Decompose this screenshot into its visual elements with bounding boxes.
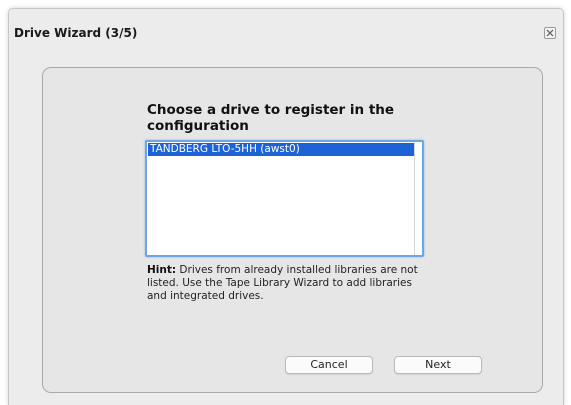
close-icon: [546, 29, 554, 37]
hint-text: Hint: Drives from already installed libr…: [147, 264, 427, 303]
drive-listbox[interactable]: TANDBERG LTO-5HH (awst0): [145, 140, 424, 257]
page-heading: Choose a drive to register in the config…: [147, 102, 395, 134]
cancel-button[interactable]: Cancel: [285, 356, 373, 374]
wizard-content-panel: Choose a drive to register in the config…: [42, 67, 543, 393]
close-button[interactable]: [544, 27, 556, 39]
hint-body: Drives from already installed libraries …: [147, 264, 418, 302]
hint-label: Hint:: [147, 264, 177, 276]
drive-list-item-selected[interactable]: TANDBERG LTO-5HH (awst0): [148, 143, 414, 156]
drive-wizard-dialog: Drive Wizard (3/5) Choose a drive to reg…: [8, 8, 564, 405]
dialog-title: Drive Wizard (3/5): [14, 26, 138, 40]
drive-list-viewport: TANDBERG LTO-5HH (awst0): [147, 142, 415, 255]
next-button[interactable]: Next: [394, 356, 482, 374]
title-bar: Drive Wizard (3/5): [9, 9, 563, 47]
